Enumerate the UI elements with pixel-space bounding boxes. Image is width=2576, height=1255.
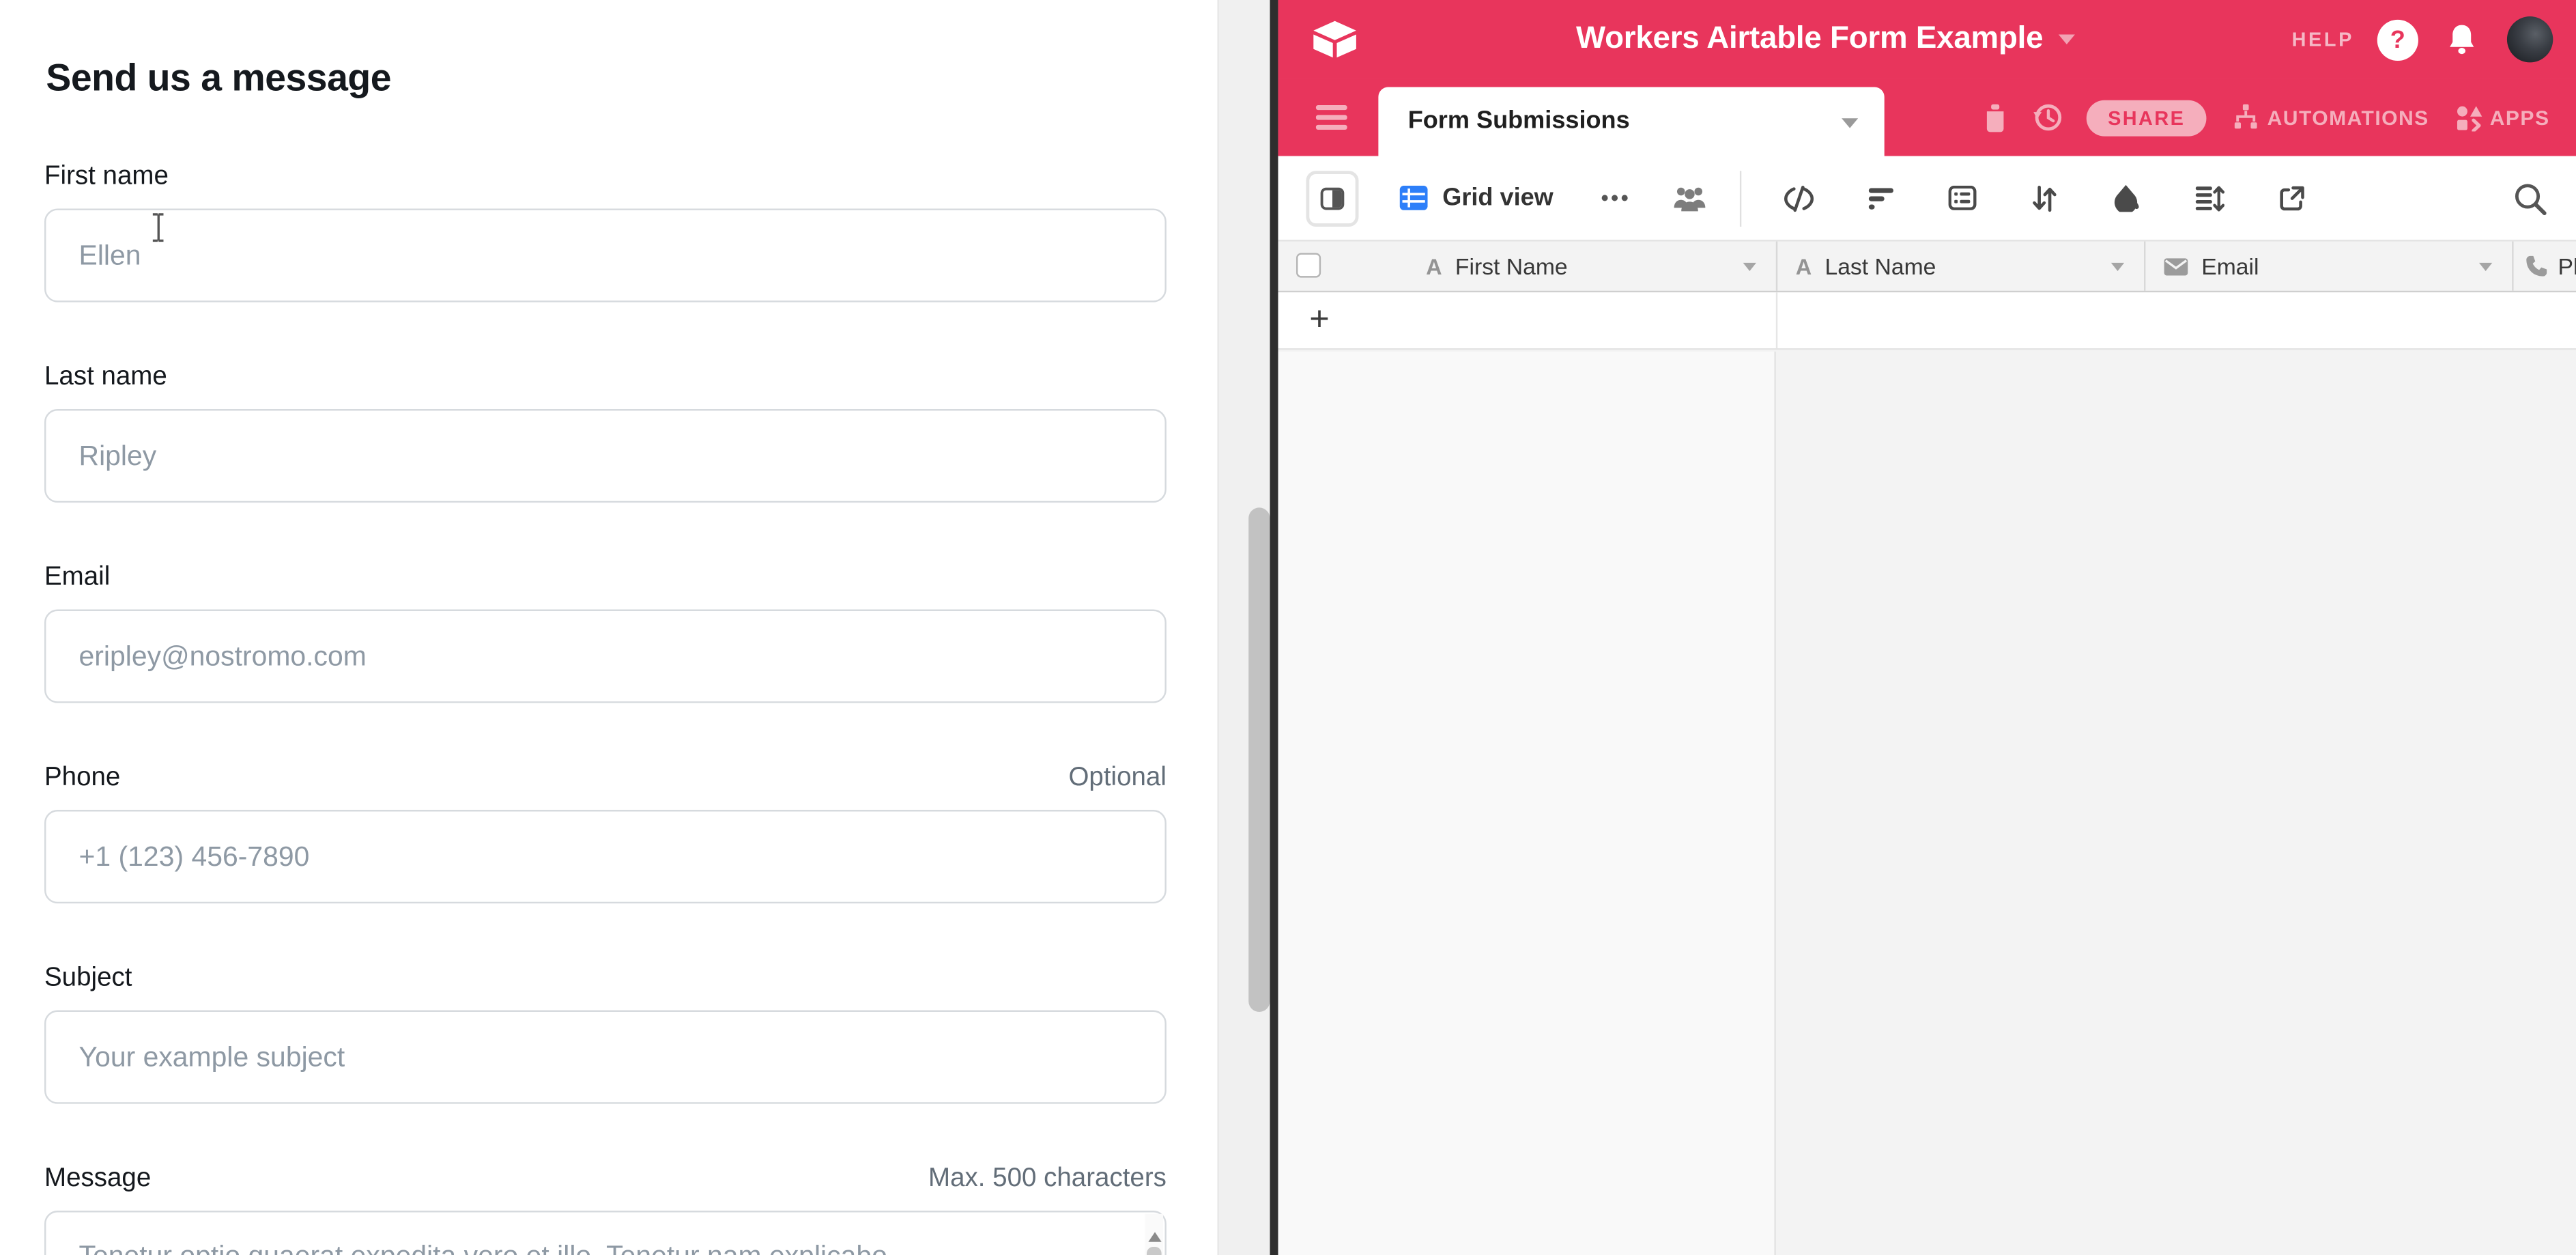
phone-icon — [2525, 255, 2548, 278]
textarea-scrollbar-track — [1145, 1214, 1163, 1255]
contact-form-pane: Send us a message First name Last name E… — [0, 0, 1218, 1255]
column-divider — [1776, 292, 1777, 348]
textarea-scrollbar-thumb[interactable] — [1146, 1247, 1161, 1255]
grid-body — [1278, 352, 2576, 1255]
phone-field-group: Phone Optional — [44, 764, 1167, 903]
grid-body-background — [1777, 352, 2576, 1255]
chevron-down-icon[interactable] — [2111, 263, 2124, 271]
tables-menu-icon[interactable] — [1316, 105, 1347, 129]
base-title-menu[interactable]: Workers Airtable Form Example — [1358, 21, 2291, 57]
collaborators-icon[interactable] — [1672, 184, 1706, 212]
notifications-bell-icon[interactable] — [2446, 23, 2478, 56]
view-name: Grid view — [1442, 184, 1554, 212]
message-maxchars-note: Max. 500 characters — [928, 1165, 1167, 1194]
hide-fields-icon[interactable] — [1780, 185, 1816, 211]
screenshot-viewport: Send us a message First name Last name E… — [0, 0, 2576, 1255]
views-sidebar-toggle-button[interactable] — [1306, 170, 1358, 226]
airtable-tabbar: Form Submissions — [1278, 79, 2576, 156]
message-textarea[interactable] — [44, 1211, 1167, 1255]
view-name-button[interactable]: Grid view — [1400, 184, 1554, 212]
column-header-email[interactable]: Email — [2144, 242, 2512, 291]
history-icon[interactable] — [2032, 102, 2063, 133]
apps-button[interactable]: APPS — [2455, 104, 2549, 130]
grid-body-primary-column-area — [1278, 352, 1776, 1255]
search-icon[interactable] — [2514, 182, 2547, 214]
group-icon[interactable] — [1945, 186, 1981, 210]
help-question-icon[interactable]: ? — [2377, 19, 2418, 60]
base-title: Workers Airtable Form Example — [1576, 21, 2043, 57]
add-record-plus-icon[interactable]: + — [1309, 292, 1330, 346]
share-button[interactable]: SHARE — [2087, 100, 2207, 136]
row-height-icon[interactable] — [2191, 185, 2227, 211]
last-name-field-group: Last name — [44, 363, 1167, 503]
active-table-name: Form Submissions — [1408, 87, 1630, 156]
view-more-menu[interactable]: ••• — [1601, 186, 1631, 210]
text-field-icon: A — [1796, 254, 1812, 279]
email-input[interactable] — [44, 610, 1167, 703]
column-header-phone[interactable]: Phone — [2512, 242, 2576, 291]
filter-icon[interactable] — [1863, 186, 1899, 210]
subject-label: Subject — [44, 964, 132, 993]
first-name-field-group: First name — [44, 163, 1167, 302]
column-header-last-name[interactable]: A Last Name — [1776, 242, 2144, 291]
phone-input[interactable] — [44, 810, 1167, 903]
email-label: Email — [44, 563, 110, 593]
color-icon[interactable] — [2109, 184, 2145, 212]
column-header-first-name[interactable]: A First Name — [1278, 242, 1776, 291]
page-title: Send us a message — [46, 56, 391, 100]
avatar[interactable] — [2507, 16, 2553, 62]
view-toolbar: Grid view ••• — [1278, 156, 2576, 242]
last-name-input[interactable] — [44, 409, 1167, 503]
add-record-row[interactable]: + — [1278, 292, 2576, 350]
airtable-logo[interactable] — [1311, 20, 1359, 59]
automations-button[interactable]: AUTOMATIONS — [2233, 104, 2429, 132]
email-icon — [2164, 257, 2188, 275]
airtable-window: Workers Airtable Form Example HELP ? — [1278, 0, 2576, 1255]
scroll-up-arrow-icon[interactable] — [1147, 1232, 1160, 1241]
message-field-group: Message Max. 500 characters — [44, 1165, 1167, 1255]
grid-view-icon — [1400, 186, 1428, 210]
phone-label: Phone — [44, 764, 120, 793]
airtable-topbar: Workers Airtable Form Example HELP ? — [1278, 0, 2576, 79]
tab-form-submissions[interactable]: Form Submissions — [1378, 87, 1884, 156]
automations-icon — [2233, 104, 2259, 132]
chevron-down-icon — [1842, 118, 1858, 128]
last-name-label: Last name — [44, 363, 167, 393]
toolbar-divider — [1739, 170, 1741, 226]
first-name-input[interactable] — [44, 209, 1167, 302]
email-field-group: Email — [44, 563, 1167, 703]
chevron-down-icon — [2058, 35, 2074, 44]
select-all-checkbox[interactable] — [1296, 253, 1321, 277]
sort-icon[interactable] — [2027, 185, 2063, 211]
chevron-down-icon[interactable] — [1743, 263, 1756, 271]
grid-column-headers: A First Name A Last Name Email — [1278, 242, 2576, 293]
chevron-down-icon[interactable] — [2479, 263, 2492, 271]
sidebar-toggle-icon — [1319, 185, 1346, 211]
share-view-icon[interactable] — [2273, 185, 2309, 211]
first-name-label: First name — [44, 163, 169, 192]
text-cursor-icon — [149, 212, 167, 243]
phone-optional-note: Optional — [1068, 764, 1166, 793]
message-label: Message — [44, 1165, 151, 1194]
apps-icon — [2455, 104, 2482, 130]
page-scrollbar-thumb[interactable] — [1248, 507, 1270, 1012]
subject-field-group: Subject — [44, 964, 1167, 1103]
window-divider — [1270, 0, 1278, 1255]
trash-icon[interactable] — [1983, 102, 2007, 132]
subject-input[interactable] — [44, 1011, 1167, 1104]
help-button[interactable]: HELP — [2292, 28, 2354, 51]
page-scrollbar-track — [1218, 0, 1270, 1255]
text-field-icon: A — [1426, 254, 1442, 279]
